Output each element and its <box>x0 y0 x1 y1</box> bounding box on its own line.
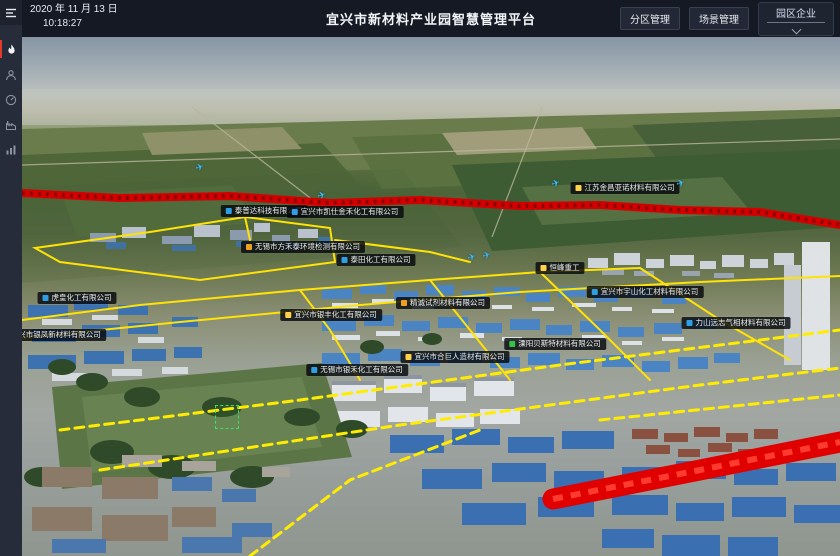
map-label[interactable]: 宜兴市宇山化工材料有限公司 <box>587 286 704 298</box>
gauge-icon <box>5 94 17 106</box>
company-name: 宜兴市凯仕金禾化工有限公司 <box>301 208 399 216</box>
company-name: 溧阳贝斯特材料有限公司 <box>518 340 601 348</box>
map-label[interactable]: 溧阳贝斯特材料有限公司 <box>504 338 606 350</box>
scene-management-button[interactable]: 场景管理 <box>689 7 749 30</box>
company-marker-icon <box>406 354 412 360</box>
company-name: 无锡市银禾化工有限公司 <box>320 366 403 374</box>
bar-chart-icon <box>5 144 17 156</box>
company-marker-icon <box>311 367 317 373</box>
menu-icon <box>5 8 17 18</box>
company-name: 虎皇化工有限公司 <box>52 294 112 302</box>
sidebar-item-fire[interactable] <box>0 37 22 62</box>
map-viewport[interactable]: 泰普达科技有限公司宜兴市凯仕金禾化工有限公司无锡市方禾泰环境检测有限公司泰田化工… <box>22 37 840 556</box>
plane-marker-icon[interactable]: ✈ <box>466 251 477 264</box>
park-enterprise-label: 园区企业 <box>767 5 825 23</box>
sidebar-item-factory[interactable] <box>0 112 22 137</box>
map-label[interactable]: 江苏金昌亚诺材料有限公司 <box>571 182 680 194</box>
company-name: 宜兴市宇山化工材料有限公司 <box>601 288 699 296</box>
company-name: 宜兴市合巨人造材有限公司 <box>415 353 505 361</box>
app-window: 2020 年 11 月 13 日 10:18:27 宜兴市新材料产业园智慧管理平… <box>0 0 840 556</box>
map-label[interactable]: 兴市银凤新材料有限公司 <box>22 329 106 341</box>
user-icon <box>5 69 17 81</box>
company-name: 宜兴市银丰化工有限公司 <box>294 311 377 319</box>
plane-marker-icon[interactable]: ✈ <box>194 161 205 174</box>
map-label[interactable]: 力山远志气相材料有限公司 <box>682 317 791 329</box>
plane-marker-icon[interactable]: ✈ <box>481 249 492 262</box>
company-marker-icon <box>541 265 547 271</box>
company-marker-icon <box>509 341 515 347</box>
map-label[interactable]: 无锡市方禾泰环境检测有限公司 <box>241 241 365 253</box>
company-marker-icon <box>43 295 49 301</box>
company-name: 江苏金昌亚诺材料有限公司 <box>585 184 675 192</box>
map-label[interactable]: 恒峰重工 <box>536 262 585 274</box>
top-bar: 2020 年 11 月 13 日 10:18:27 宜兴市新材料产业园智慧管理平… <box>22 0 840 37</box>
header-buttons: 分区管理 场景管理 园区企业 <box>620 0 834 37</box>
company-name: 兴市银凤新材料有限公司 <box>22 331 101 339</box>
company-marker-icon <box>285 312 291 318</box>
map-label[interactable]: 宜兴市合巨人造材有限公司 <box>401 351 510 363</box>
company-name: 精诚试剂材料有限公司 <box>410 299 485 307</box>
menu-toggle[interactable] <box>0 0 22 25</box>
company-name: 泰田化工有限公司 <box>351 256 411 264</box>
flame-icon <box>6 44 17 56</box>
company-name: 力山远志气相材料有限公司 <box>696 319 786 327</box>
company-marker-icon <box>576 185 582 191</box>
selection-box <box>215 405 239 429</box>
company-marker-icon <box>246 244 252 250</box>
plane-marker-icon[interactable]: ✈ <box>550 177 561 190</box>
chevron-down-icon <box>791 24 801 34</box>
company-marker-icon <box>401 300 407 306</box>
sidebar-item-gauge[interactable] <box>0 87 22 112</box>
map-label[interactable]: 精诚试剂材料有限公司 <box>396 297 490 309</box>
map-label[interactable]: 泰田化工有限公司 <box>337 254 416 266</box>
sidebar-item-user[interactable] <box>0 62 22 87</box>
company-marker-icon <box>292 209 298 215</box>
company-marker-icon <box>226 208 232 214</box>
company-marker-icon <box>342 257 348 263</box>
company-name: 无锡市方禾泰环境检测有限公司 <box>255 243 360 251</box>
company-name: 恒峰重工 <box>550 264 580 272</box>
map-label[interactable]: 宜兴市凯仕金禾化工有限公司 <box>287 206 404 218</box>
sidebar <box>0 0 22 556</box>
factory-icon <box>5 119 17 131</box>
map-label[interactable]: 虎皇化工有限公司 <box>38 292 117 304</box>
company-marker-icon <box>592 289 598 295</box>
sidebar-item-stats[interactable] <box>0 137 22 162</box>
map-label[interactable]: 无锡市银禾化工有限公司 <box>306 364 408 376</box>
company-marker-icon <box>687 320 693 326</box>
plane-marker-icon[interactable]: ✈ <box>316 189 327 202</box>
map-labels-layer: 泰普达科技有限公司宜兴市凯仕金禾化工有限公司无锡市方禾泰环境检测有限公司泰田化工… <box>22 37 840 556</box>
map-label[interactable]: 宜兴市银丰化工有限公司 <box>280 309 382 321</box>
zone-management-button[interactable]: 分区管理 <box>620 7 680 30</box>
park-enterprise-dropdown[interactable]: 园区企业 <box>758 2 834 36</box>
